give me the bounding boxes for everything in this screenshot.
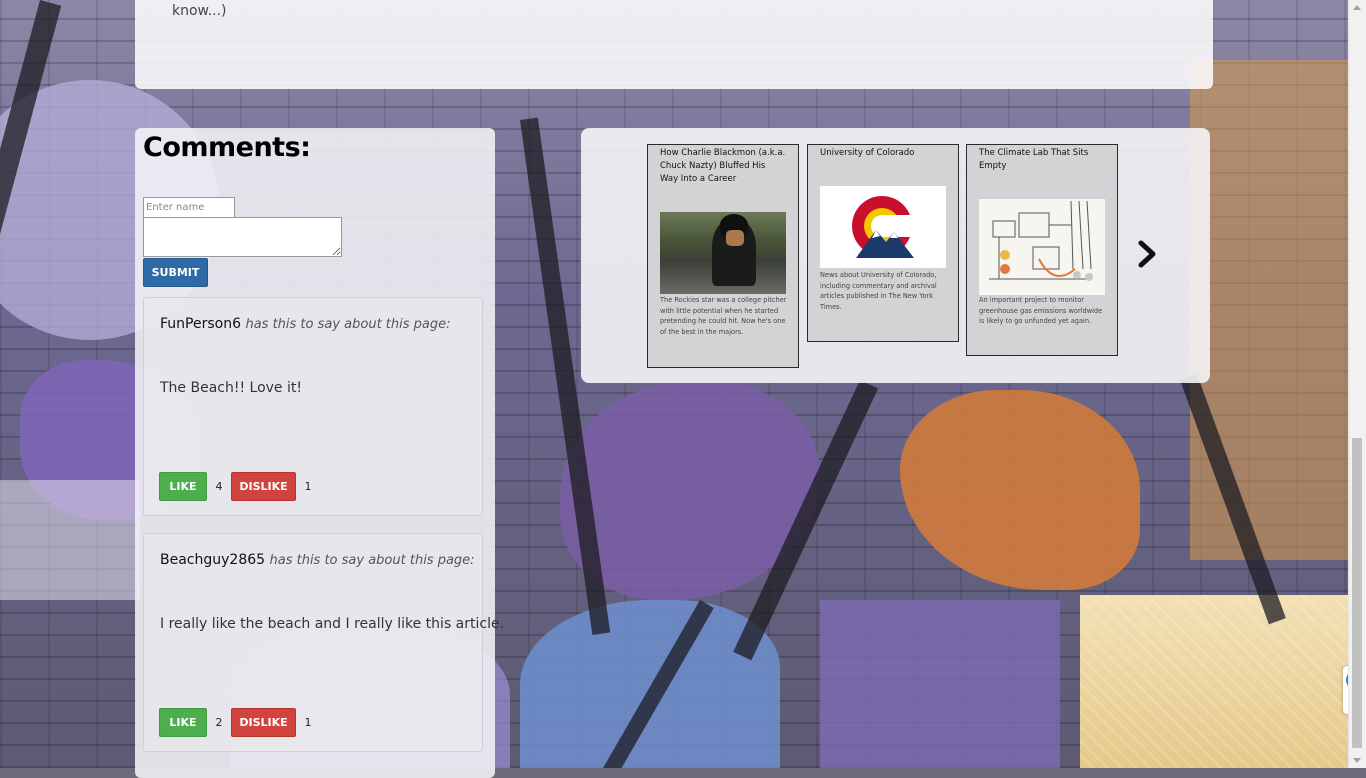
scroll-down-arrow-icon[interactable] bbox=[1353, 758, 1361, 763]
like-button[interactable]: LIKE bbox=[159, 708, 207, 737]
like-count: 4 bbox=[215, 480, 223, 493]
comment-header: Beachguy2865 has this to say about this … bbox=[160, 552, 475, 568]
related-article-description: News about University of Colorado, inclu… bbox=[820, 271, 937, 311]
related-article-description: An important project to monitor greenhou… bbox=[979, 296, 1103, 325]
comment-card: Beachguy2865 has this to say about this … bbox=[143, 533, 504, 752]
comments-title: Comments: bbox=[143, 132, 311, 163]
related-article-title[interactable]: The Climate Lab That Sits Empty bbox=[979, 147, 1105, 173]
comment-textarea[interactable] bbox=[143, 217, 342, 257]
like-button[interactable]: LIKE bbox=[159, 472, 207, 501]
page-scrollbar[interactable] bbox=[1348, 0, 1366, 768]
article-thumbnail[interactable] bbox=[660, 212, 786, 294]
article-text-tail: know...) bbox=[172, 3, 227, 19]
vote-row: LIKE 2 DISLIKE 1 bbox=[159, 708, 320, 737]
related-article-card[interactable]: The Climate Lab That Sits Empty An impor… bbox=[966, 144, 1118, 356]
related-article-card[interactable]: How Charlie Blackmon (a.k.a. Chuck Nazty… bbox=[647, 144, 799, 368]
comment-username: FunPerson6 bbox=[160, 316, 241, 332]
like-count: 2 bbox=[215, 716, 223, 729]
comment-card: FunPerson6 has this to say about this pa… bbox=[143, 297, 483, 516]
comment-username: Beachguy2865 bbox=[160, 552, 266, 568]
dislike-button[interactable]: DISLIKE bbox=[231, 472, 296, 501]
comment-says: has this to say about this page: bbox=[269, 553, 475, 568]
related-articles-panel: How Charlie Blackmon (a.k.a. Chuck Nazty… bbox=[581, 128, 1210, 383]
vote-row: LIKE 4 DISLIKE 1 bbox=[159, 472, 320, 501]
related-article-description: The Rockies star was a college pitcher w… bbox=[660, 296, 787, 336]
dislike-button[interactable]: DISLIKE bbox=[231, 708, 296, 737]
name-input[interactable] bbox=[143, 197, 235, 218]
colorado-logo-icon[interactable] bbox=[820, 186, 946, 268]
dislike-count: 1 bbox=[304, 716, 312, 729]
related-article-card[interactable]: University of Colorado News about Univer… bbox=[807, 144, 959, 342]
submit-button[interactable]: SUBMIT bbox=[143, 258, 208, 287]
comment-body: The Beach!! Love it! bbox=[160, 380, 302, 396]
article-panel: know...) bbox=[135, 0, 1213, 89]
dislike-count: 1 bbox=[304, 480, 312, 493]
related-article-title[interactable]: How Charlie Blackmon (a.k.a. Chuck Nazty… bbox=[660, 147, 786, 186]
comment-body: I really like the beach and I really lik… bbox=[160, 616, 505, 632]
related-article-title[interactable]: University of Colorado bbox=[820, 147, 946, 160]
article-thumbnail[interactable] bbox=[979, 199, 1105, 295]
comment-header: FunPerson6 has this to say about this pa… bbox=[160, 316, 451, 332]
comment-says: has this to say about this page: bbox=[245, 317, 451, 332]
chevron-right-icon[interactable] bbox=[1136, 240, 1158, 268]
scrollbar-thumb[interactable] bbox=[1352, 438, 1362, 748]
comments-panel: Comments: SUBMIT FunPerson6 has this to … bbox=[135, 128, 504, 778]
scroll-up-arrow-icon[interactable] bbox=[1353, 5, 1361, 10]
